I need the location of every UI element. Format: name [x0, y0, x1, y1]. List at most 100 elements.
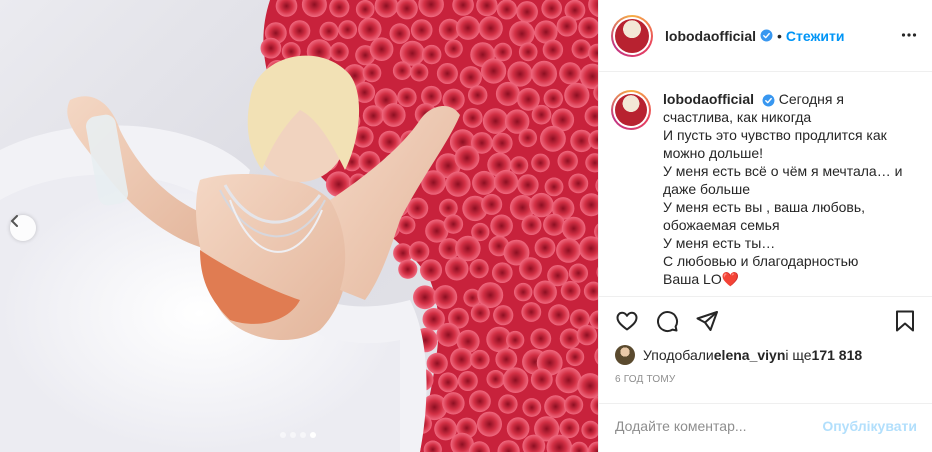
rose-texture [530, 328, 552, 349]
rose-texture [468, 85, 488, 105]
rose-texture [521, 215, 542, 235]
caption-line: счастлива, как никогда [663, 109, 812, 125]
rose-texture [518, 128, 537, 148]
post-panel: lobodaofficial • Стежити lobodaofficial [598, 0, 932, 452]
rose-texture [561, 216, 586, 241]
rose-texture [389, 23, 411, 44]
liker-username-link[interactable]: elena_viyn [714, 347, 786, 363]
rose-texture [470, 303, 490, 323]
carousel-indicator [280, 432, 316, 438]
rose-texture [571, 39, 591, 59]
rose-texture [445, 171, 471, 197]
rose-texture [496, 0, 517, 20]
caption-line: можно дольше! [663, 145, 764, 161]
rose-texture [459, 66, 482, 89]
rose-texture [522, 398, 542, 417]
rose-texture [443, 214, 464, 234]
rose-texture [486, 370, 505, 389]
rose-texture [544, 177, 564, 197]
rose-texture [534, 237, 556, 259]
rose-texture [531, 60, 557, 87]
rose-texture [506, 417, 530, 440]
post-header: lobodaofficial • Стежити [599, 0, 932, 72]
likes-prefix: Уподобали [643, 347, 714, 363]
rose-texture [457, 371, 478, 391]
username-link[interactable]: lobodaofficial [665, 28, 756, 44]
rose-texture [444, 39, 463, 58]
rose-texture [433, 285, 458, 309]
post-caption: lobodaofficial Сегодня я счастлива, как … [611, 90, 921, 295]
rose-texture [413, 285, 437, 310]
rose-texture [456, 15, 480, 40]
likes-middle: і ще [785, 347, 812, 363]
post-actions: Уподобали elena_viyn і ще 171 818 6 год … [599, 296, 932, 446]
caption-line: С любовью и благодарностью [663, 253, 859, 269]
rose-texture [542, 39, 564, 60]
caption-line: обожаемая семья [663, 217, 780, 233]
likes-summary: Уподобали elena_viyn і ще 171 818 [615, 345, 862, 365]
avatar[interactable] [611, 14, 653, 57]
rose-texture [482, 108, 509, 134]
comment-input[interactable] [615, 417, 823, 434]
likes-count-link[interactable]: 171 818 [812, 347, 863, 363]
caption-line: Ваша LO❤️ [663, 271, 740, 287]
rose-texture [477, 411, 502, 437]
caption-line-first: lobodaofficial Сегодня я [663, 90, 902, 108]
caption-username-link[interactable]: lobodaofficial [663, 91, 754, 107]
comment-bubble-icon[interactable] [655, 309, 679, 338]
rose-texture [544, 395, 567, 418]
rose-texture [531, 104, 552, 125]
rose-texture [392, 61, 412, 80]
liker-avatar[interactable] [615, 345, 635, 365]
verified-badge-icon [760, 29, 773, 42]
follow-button[interactable]: Стежити [786, 28, 845, 44]
caption-avatar[interactable] [611, 90, 651, 130]
rose-texture [438, 372, 458, 393]
rose-texture [436, 322, 461, 347]
caption-line: И пусть это чувство продлится как [663, 127, 887, 143]
carousel-prev-button[interactable] [10, 215, 36, 241]
rose-texture [556, 15, 578, 37]
rose-texture [260, 37, 282, 59]
rose-texture [445, 257, 469, 281]
rose-texture [398, 259, 418, 279]
comment-bar: Опублікувати [599, 403, 932, 447]
rose-texture [514, 282, 533, 302]
rose-texture [533, 280, 557, 304]
rose-texture [362, 105, 384, 127]
rose-texture [410, 63, 429, 82]
carousel-dot [290, 432, 296, 438]
rose-texture [369, 37, 394, 61]
rose-texture [493, 305, 514, 326]
photo-artwork [0, 0, 598, 452]
more-options-icon[interactable] [901, 27, 917, 48]
rose-texture [506, 330, 525, 350]
rose-texture [470, 349, 490, 370]
like-heart-icon[interactable] [615, 309, 639, 338]
post-photo[interactable] [0, 0, 598, 452]
rose-texture [329, 42, 349, 62]
rose-texture [469, 259, 489, 279]
rose-texture [491, 132, 513, 154]
save-bookmark-icon[interactable] [893, 309, 917, 338]
rose-texture [490, 214, 513, 238]
post-timestamp[interactable]: 6 год тому [615, 374, 675, 385]
rose-texture [543, 88, 563, 109]
rose-texture [338, 20, 357, 39]
rose-texture [319, 21, 339, 41]
rose-texture [543, 213, 566, 236]
rose-texture [564, 82, 590, 108]
rose-texture [548, 304, 570, 326]
share-send-icon[interactable] [695, 309, 719, 338]
rose-texture [420, 259, 442, 282]
caption-line: У меня есть всё о чём я мечтала… и [663, 163, 903, 179]
verified-badge-icon [762, 94, 775, 107]
publish-button[interactable]: Опублікувати [822, 418, 917, 434]
carousel-dot-active [310, 432, 316, 438]
rose-texture [509, 156, 529, 175]
rose-texture [481, 58, 507, 84]
rose-texture [355, 0, 375, 19]
rose-texture [462, 108, 483, 128]
rose-texture [521, 302, 542, 322]
rose-texture [426, 352, 448, 374]
